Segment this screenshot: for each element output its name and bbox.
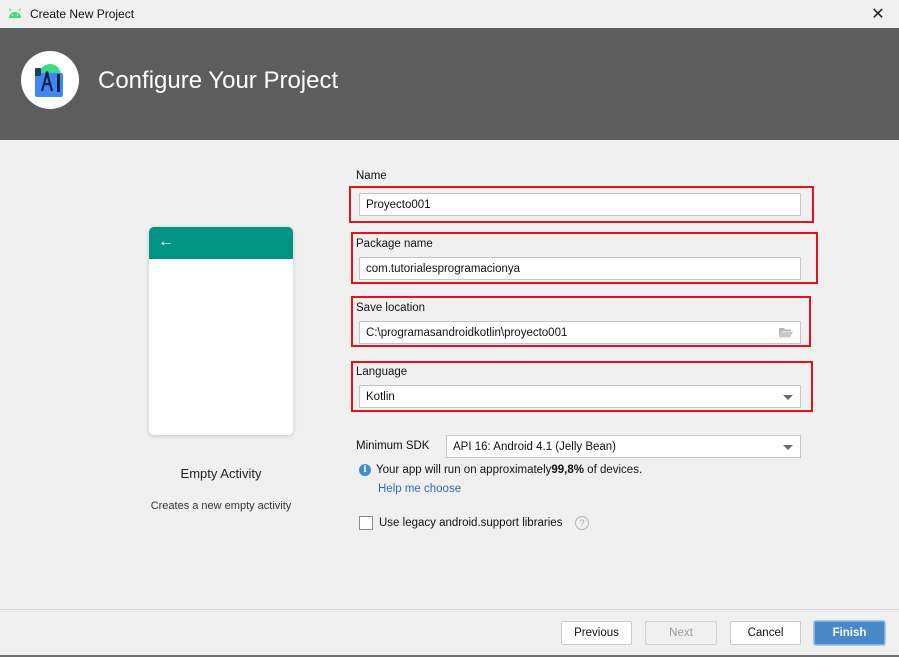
minimum-sdk-label: Minimum SDK xyxy=(356,440,430,452)
activity-title: Empty Activity xyxy=(180,466,262,481)
arrow-left-icon: ← xyxy=(158,233,174,250)
help-me-choose-link[interactable]: Help me choose xyxy=(378,483,461,495)
package-name-label: Package name xyxy=(356,238,433,250)
folder-open-icon[interactable] xyxy=(779,327,793,338)
close-button[interactable]: ✕ xyxy=(867,3,889,25)
wizard-header: Configure Your Project xyxy=(0,28,899,140)
minimum-sdk-select[interactable]: API 16: Android 4.1 (Jelly Bean) xyxy=(446,435,801,458)
close-icon: ✕ xyxy=(871,6,885,23)
save-location-label: Save location xyxy=(356,302,426,314)
language-label: Language xyxy=(356,366,408,378)
save-location-input[interactable]: C:\programasandroidkotlin\proyecto001 xyxy=(359,321,801,344)
save-location-value: C:\programasandroidkotlin\proyecto001 xyxy=(366,327,568,339)
title-bar: Create New Project ✕ xyxy=(0,0,899,28)
language-select[interactable]: Kotlin xyxy=(359,385,801,408)
info-prefix: Your app will run on approximately xyxy=(376,464,552,476)
info-suffix: of devices. xyxy=(583,464,643,476)
legacy-support-checkbox[interactable] xyxy=(359,516,373,530)
question-mark-icon[interactable]: ? xyxy=(575,516,589,530)
android-studio-logo-icon xyxy=(21,51,79,109)
finish-button[interactable]: Finish xyxy=(814,621,885,645)
previous-button[interactable]: Previous xyxy=(561,621,632,645)
device-coverage-info: i Your app will run on approximately 99,… xyxy=(359,464,642,476)
preview-toolbar: ← xyxy=(149,227,293,259)
cancel-button[interactable]: Cancel xyxy=(730,621,801,645)
activity-description: Creates a new empty activity xyxy=(150,500,292,512)
info-icon: i xyxy=(359,464,371,476)
name-input[interactable]: Proyecto001 xyxy=(359,193,801,216)
page-title: Configure Your Project xyxy=(98,67,339,94)
name-label: Name xyxy=(356,170,387,182)
language-value: Kotlin xyxy=(366,391,395,403)
android-icon xyxy=(9,8,21,18)
activity-preview: ← xyxy=(149,227,293,435)
package-name-input[interactable]: com.tutorialesprogramacionya xyxy=(359,257,801,280)
coverage-percent: 99,8% xyxy=(551,464,584,476)
footer-divider xyxy=(0,609,899,610)
next-button[interactable]: Next xyxy=(645,621,717,645)
chevron-down-icon xyxy=(783,395,793,400)
minimum-sdk-value: API 16: Android 4.1 (Jelly Bean) xyxy=(453,441,617,453)
legacy-support-label[interactable]: Use legacy android.support libraries xyxy=(379,517,562,529)
create-project-dialog: Create New Project ✕ Configure Your Proj… xyxy=(0,0,899,657)
window-title: Create New Project xyxy=(30,7,135,21)
chevron-down-icon xyxy=(783,445,793,450)
footer-divider-shadow xyxy=(0,611,899,612)
